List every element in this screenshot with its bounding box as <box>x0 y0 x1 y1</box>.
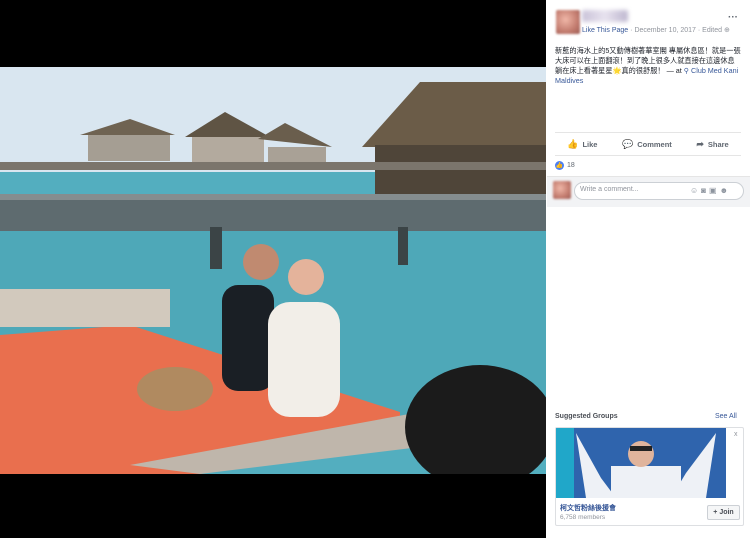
see-all-link[interactable]: See All <box>715 413 737 420</box>
speech-bubble-icon: 💬 <box>622 138 634 149</box>
user-avatar[interactable] <box>553 181 571 199</box>
join-group-button[interactable]: + Join <box>707 505 740 520</box>
page-name[interactable] <box>582 10 628 22</box>
meta-separator: · <box>630 27 633 34</box>
gif-icon[interactable]: ▣ <box>709 186 717 195</box>
group-members-count: 6,758 members <box>560 514 606 521</box>
post-actions: 👍 Like 💬 Comment ➦ Share <box>555 132 741 156</box>
sticker-icon[interactable]: ☻ <box>720 186 728 195</box>
more-options-button[interactable]: ··· <box>728 12 738 23</box>
post-meta: Like This Page · December 10, 2017 · Edi… <box>582 26 730 34</box>
group-name[interactable]: 柯文哲粉絲後援會 <box>560 503 616 513</box>
thumbs-up-icon: 👍 <box>567 138 579 149</box>
reaction-count: 18 <box>567 162 575 169</box>
group-cover-image[interactable] <box>556 428 726 498</box>
photo-viewer[interactable] <box>0 0 546 538</box>
edited-label[interactable]: Edited <box>702 27 722 34</box>
like-label: Like <box>582 139 598 149</box>
page-avatar[interactable] <box>556 10 580 34</box>
share-button[interactable]: ➦ Share <box>696 139 728 150</box>
comment-placeholder: Write a comment... <box>580 186 639 193</box>
comment-label: Comment <box>637 139 672 149</box>
comment-button[interactable]: 💬 Comment <box>622 139 672 150</box>
like-this-page-link[interactable]: Like This Page <box>582 27 628 34</box>
post-text: 新藍的海水上的5又動傳樹著華室閣 專屬休息區！就是一張大床可以在上面翻滾！到了晚… <box>555 46 741 86</box>
post-date[interactable]: December 10, 2017 <box>634 27 695 34</box>
emoji-icon[interactable]: ☺ <box>690 186 698 195</box>
camera-icon[interactable]: ◙ <box>701 186 706 195</box>
reactions-summary[interactable]: 👍 18 <box>555 161 575 170</box>
like-button[interactable]: 👍 Like <box>567 139 597 150</box>
comment-tools: ☺ ◙ ▣ ☻ <box>690 186 728 195</box>
photo-scene <box>0 67 546 474</box>
suggested-groups-title: Suggested Groups <box>555 413 618 420</box>
like-reaction-icon: 👍 <box>555 161 564 170</box>
close-icon[interactable]: x <box>734 431 738 438</box>
suggested-group-card[interactable]: x 柯文哲粉絲後援會 6,758 members + Join <box>555 427 744 526</box>
share-label: Share <box>707 139 729 149</box>
location-pin-icon: ⚲ <box>683 66 690 75</box>
post-photo[interactable] <box>0 67 546 474</box>
group-cover-scene <box>556 428 726 498</box>
meta-separator: · <box>697 27 701 34</box>
globe-icon: ⊕ <box>723 27 730 34</box>
share-arrow-icon: ➦ <box>696 138 704 149</box>
